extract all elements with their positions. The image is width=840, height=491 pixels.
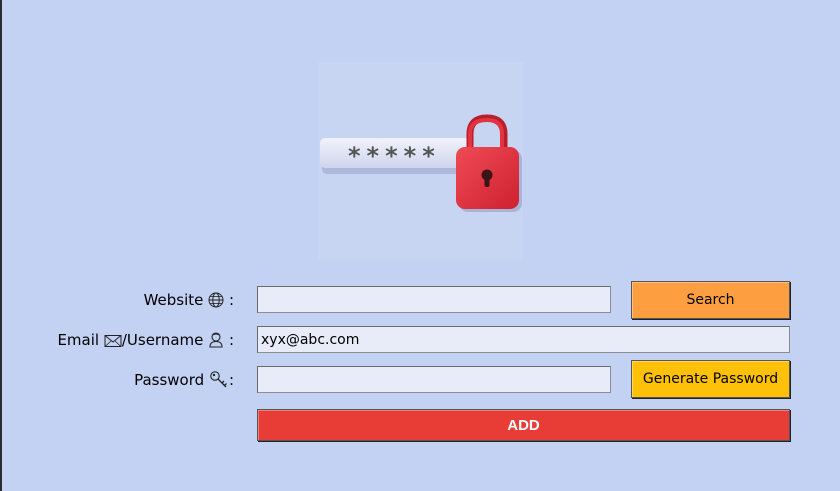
website-input[interactable] bbox=[257, 286, 611, 313]
username-label-text: /Username bbox=[121, 331, 204, 349]
add-button[interactable]: ADD bbox=[257, 409, 790, 441]
password-label: Password : bbox=[134, 370, 234, 392]
website-label-text: Website bbox=[143, 291, 204, 309]
window-edge bbox=[0, 0, 2, 491]
envelope-icon bbox=[104, 334, 122, 352]
key-icon bbox=[209, 370, 229, 392]
email-username-label: Email /Username : bbox=[57, 331, 234, 352]
add-button-label: ADD bbox=[507, 416, 540, 434]
email-separator: : bbox=[228, 331, 234, 349]
generate-password-button[interactable]: Generate Password bbox=[631, 360, 790, 398]
password-label-text: Password bbox=[134, 371, 205, 389]
search-button[interactable]: Search bbox=[631, 281, 790, 319]
website-separator: : bbox=[228, 291, 234, 309]
password-manager-logo: ***** bbox=[318, 62, 523, 260]
email-username-input[interactable] bbox=[257, 326, 790, 353]
user-icon bbox=[208, 331, 224, 352]
email-label-text: Email bbox=[57, 331, 100, 349]
password-separator: : bbox=[228, 371, 234, 389]
generate-password-button-label: Generate Password bbox=[642, 371, 779, 387]
globe-icon bbox=[208, 292, 224, 312]
password-mask-text: ***** bbox=[348, 142, 441, 170]
search-button-label: Search bbox=[686, 292, 735, 308]
website-label: Website : bbox=[144, 291, 234, 312]
password-input[interactable] bbox=[257, 366, 611, 393]
